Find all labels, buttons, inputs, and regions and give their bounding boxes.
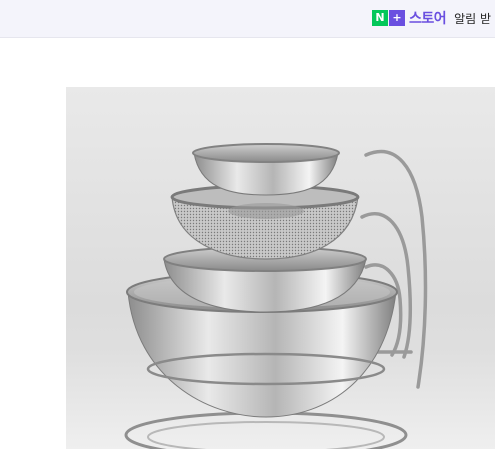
notification-subscribe-link[interactable]: 알림 받 bbox=[454, 10, 491, 27]
top-header-bar: N + 스토어 알림 받 bbox=[0, 0, 495, 38]
store-label: 스토어 bbox=[409, 11, 447, 27]
product-main-image[interactable] bbox=[66, 87, 495, 449]
naver-n-logo-icon: N bbox=[372, 10, 388, 26]
naver-plus-store-brand[interactable]: N + 스토어 알림 받 bbox=[372, 9, 491, 27]
mesh-strainer bbox=[170, 184, 360, 260]
plus-logo-icon: + bbox=[389, 10, 405, 26]
